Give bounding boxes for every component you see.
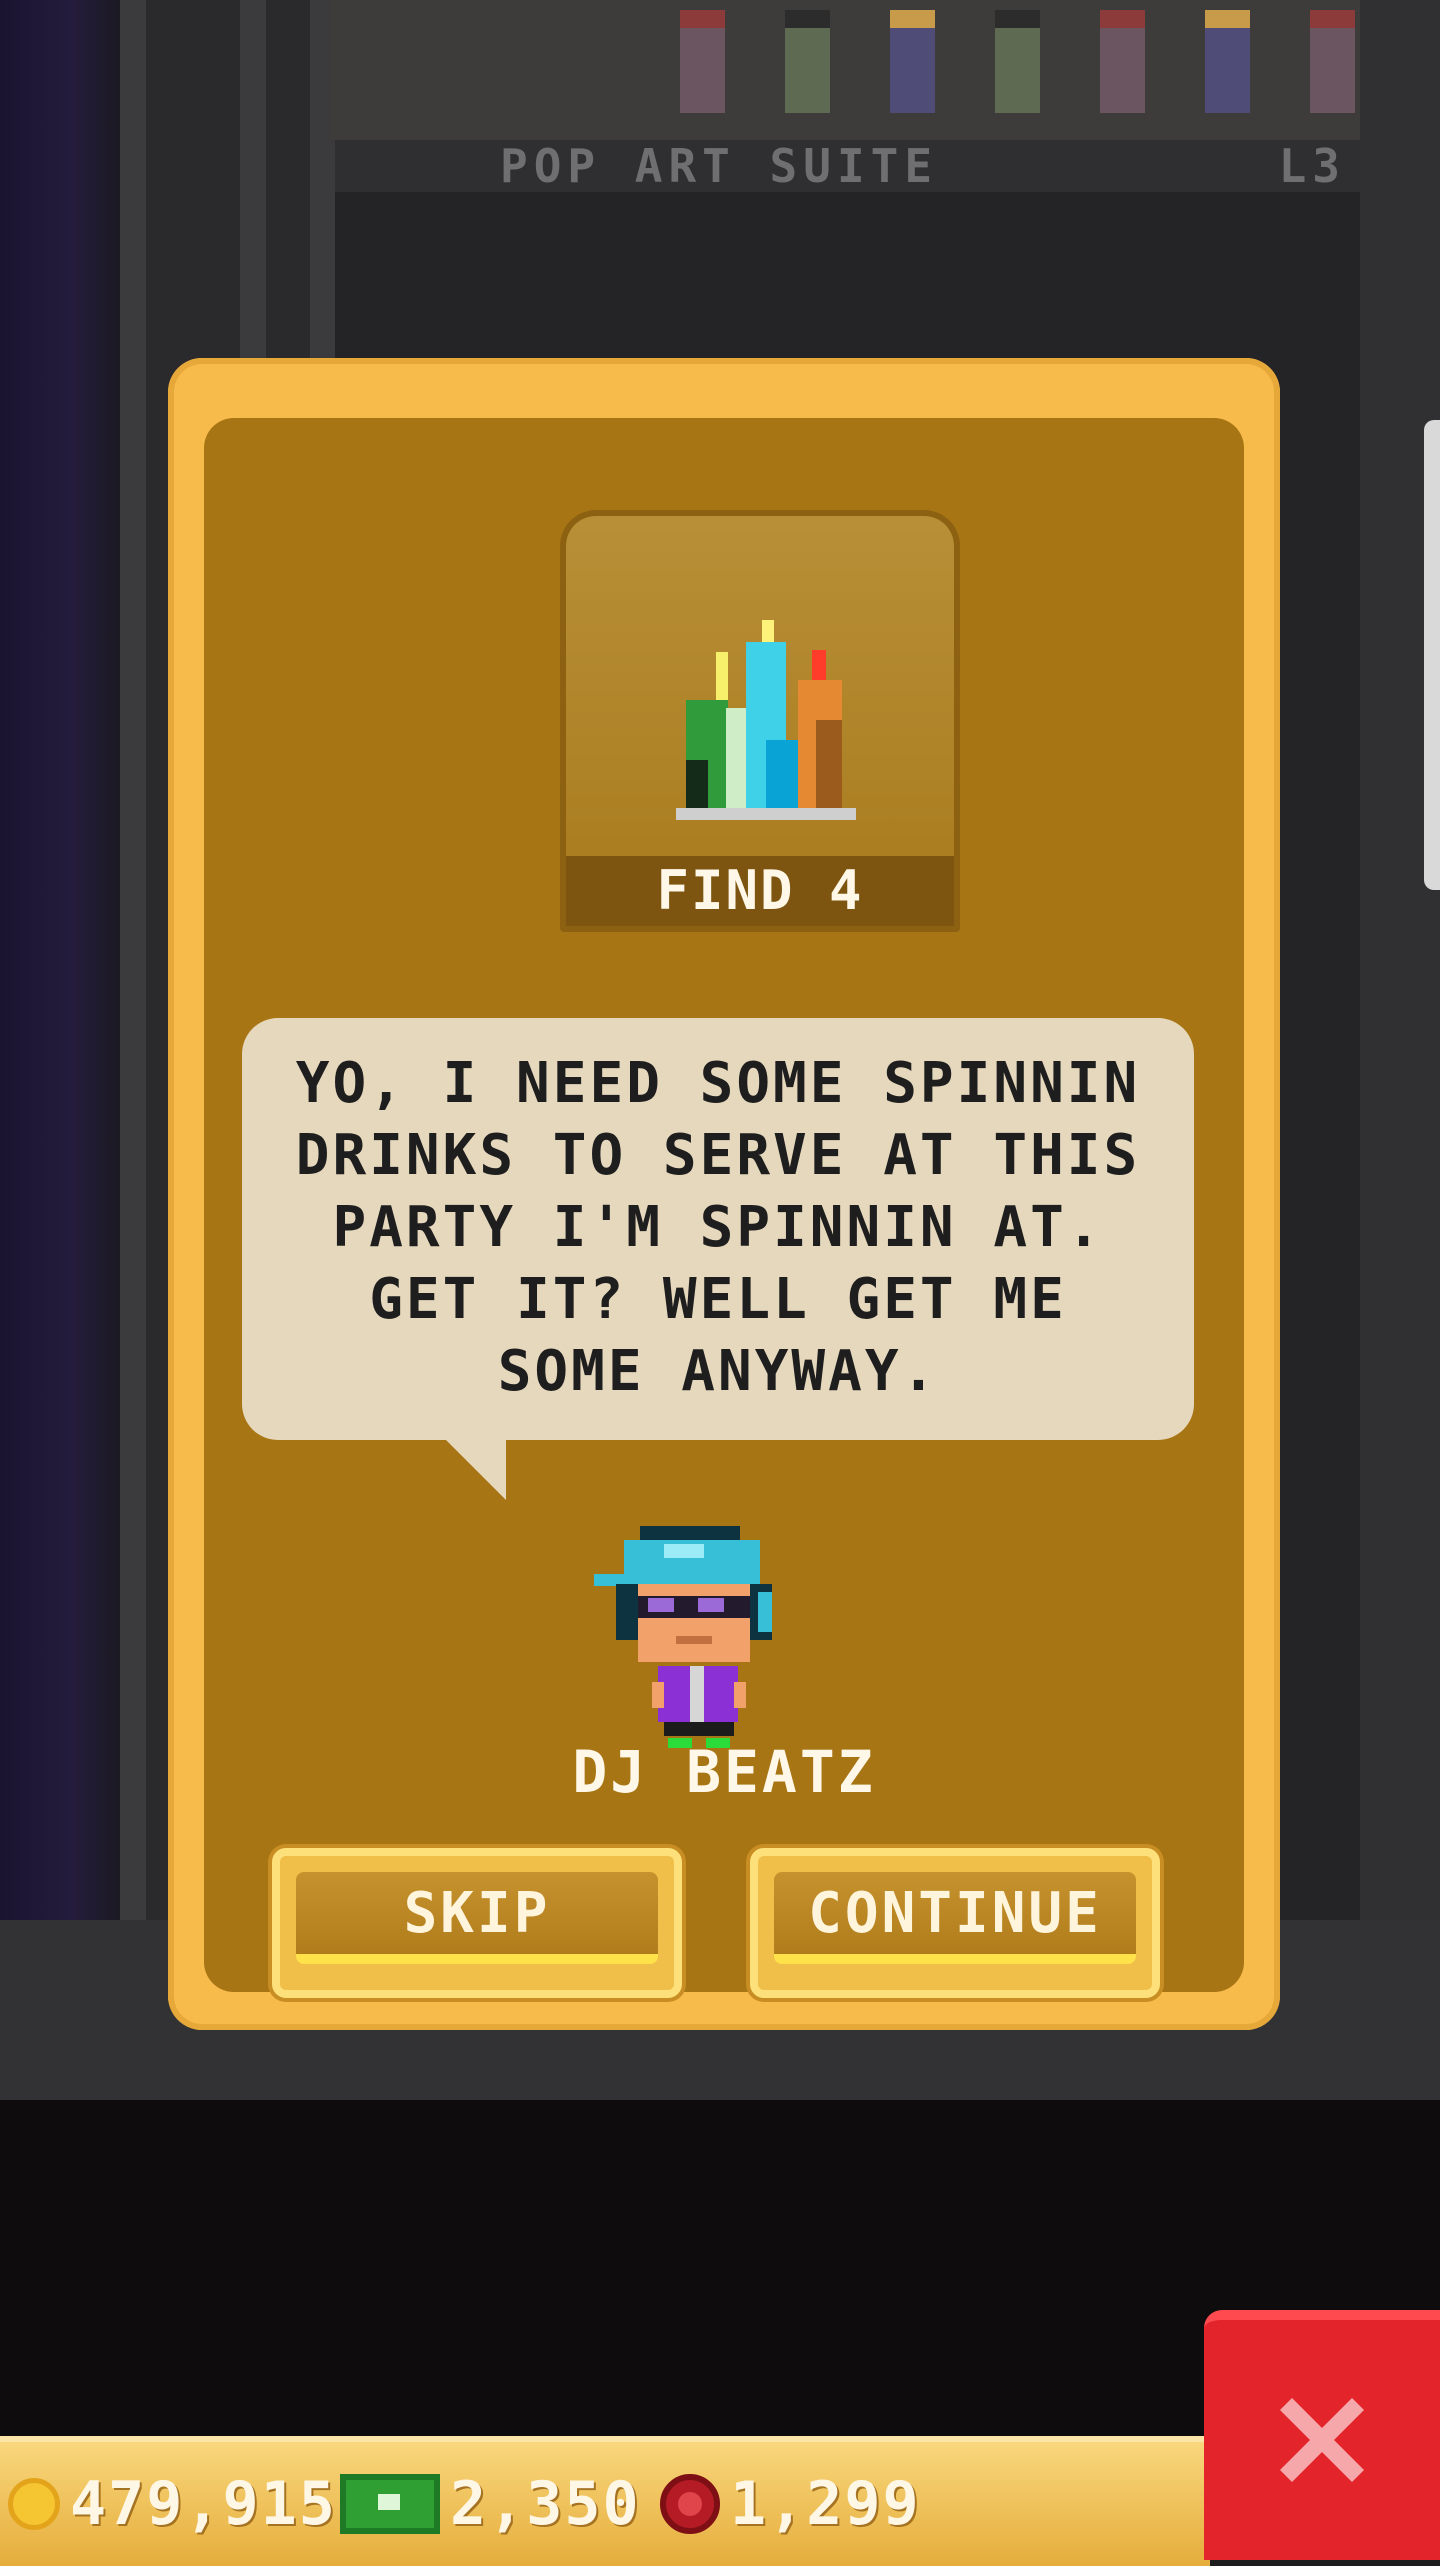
dj-character-avatar [594, 1526, 772, 1748]
floor-level: L3 [1278, 139, 1346, 193]
coin-icon [8, 2478, 60, 2530]
mission-dialog: FIND 4 YO, I NEED SOME SPINNIN DRINKS TO… [168, 358, 1280, 2030]
continue-button[interactable]: CONTINUE [750, 1848, 1160, 1998]
currency-bar: 479,915 2,350 1,299 [0, 2436, 1210, 2566]
chips-value: 1,299 [730, 2469, 921, 2539]
floor-residents [680, 10, 1440, 130]
skip-button[interactable]: SKIP [272, 1848, 682, 1998]
chip-icon [660, 2474, 720, 2534]
mission-card: FIND 4 [560, 510, 960, 932]
coins-counter: 479,915 [8, 2454, 337, 2554]
speech-bubble: YO, I NEED SOME SPINNIN DRINKS TO SERVE … [242, 1018, 1194, 1440]
floor-label: POP ART SUITE L3 [335, 140, 1360, 192]
bux-icon [340, 2474, 440, 2534]
floor-name: POP ART SUITE [500, 139, 939, 193]
mission-dialog-body: FIND 4 YO, I NEED SOME SPINNIN DRINKS TO… [204, 418, 1244, 1998]
mission-goal-label: FIND 4 [566, 856, 954, 926]
floor-pop-art-suite [330, 0, 1440, 140]
bux-counter: 2,350 [340, 2454, 641, 2554]
speech-bubble-tail [444, 1438, 506, 1500]
tower-pillar [120, 0, 146, 1920]
character-name: DJ BEATZ [572, 1738, 876, 1806]
drinks-icon [676, 620, 856, 820]
bux-value: 2,350 [450, 2469, 641, 2539]
close-button[interactable] [1204, 2310, 1440, 2560]
close-icon [1280, 2398, 1364, 2482]
chips-counter: 1,299 [660, 2454, 921, 2554]
side-panel-handle[interactable] [1424, 420, 1440, 890]
dialog-text: YO, I NEED SOME SPINNIN DRINKS TO SERVE … [295, 1051, 1141, 1404]
continue-button-label: CONTINUE [774, 1872, 1136, 1964]
coins-value: 479,915 [70, 2469, 337, 2539]
skip-button-label: SKIP [296, 1872, 658, 1964]
tower-right-edge [1360, 0, 1440, 1920]
